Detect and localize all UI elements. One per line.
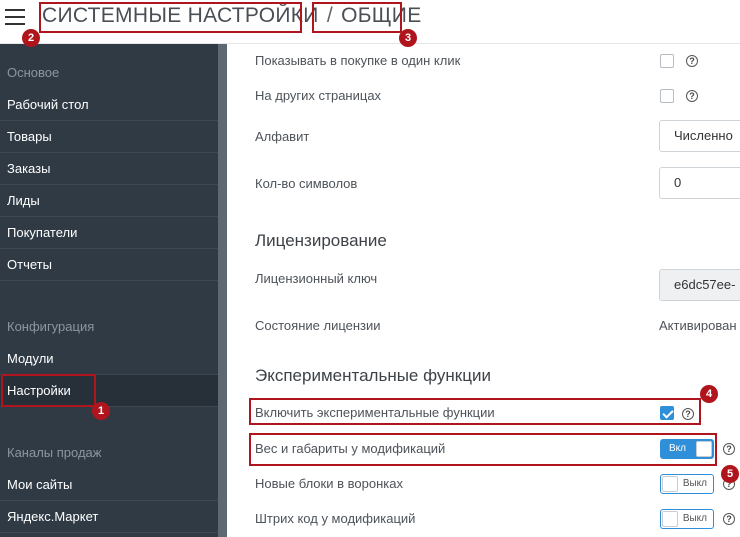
help-icon[interactable]: ? xyxy=(686,90,698,102)
sidebar-item-modules[interactable]: Модули xyxy=(0,343,218,375)
other-pages-checkbox[interactable] xyxy=(660,89,674,103)
sidebar-item-orders[interactable]: Заказы xyxy=(0,153,218,185)
highlight-box-weight-dims xyxy=(249,433,717,466)
licensing-heading: Лицензирование xyxy=(255,231,387,250)
annotation-badge-2: 2 xyxy=(22,29,40,47)
alphabet-label: Алфавит xyxy=(255,129,310,144)
license-key-label: Лицензионный ключ xyxy=(255,271,378,286)
chars-count-input[interactable]: 0 xyxy=(659,167,740,199)
funnel-blocks-label: Новые блоки в воронках xyxy=(255,476,403,491)
sidebar-scrollbar[interactable] xyxy=(218,44,227,537)
sidebar-item-yandex-market[interactable]: Яндекс.Маркет xyxy=(0,501,218,533)
sidebar-item-dashboard[interactable]: Рабочий стол xyxy=(0,89,218,121)
experimental-heading: Экспериментальные функции xyxy=(255,366,491,385)
highlight-box-title xyxy=(39,2,302,33)
annotation-badge-3: 3 xyxy=(399,29,417,47)
hamburger-menu-icon[interactable] xyxy=(5,9,25,25)
annotation-badge-4: 4 xyxy=(700,385,718,403)
help-icon[interactable]: ? xyxy=(723,513,735,525)
toggle-knob xyxy=(662,476,678,492)
sidebar: Основое Рабочий стол Товары Заказы Лиды … xyxy=(0,44,227,537)
one-click-label: Показывать в покупке в один клик xyxy=(255,53,461,68)
annotation-badge-1: 1 xyxy=(92,402,110,420)
sidebar-section-main: Основое xyxy=(7,65,60,80)
sidebar-item-leads[interactable]: Лиды xyxy=(0,185,218,217)
sidebar-item-reports[interactable]: Отчеты xyxy=(0,249,218,281)
license-state-label: Состояние лицензии xyxy=(255,318,381,333)
alphabet-select[interactable]: Численно xyxy=(659,120,740,152)
toggle-knob xyxy=(662,511,678,527)
one-click-checkbox[interactable] xyxy=(660,54,674,68)
highlight-box-settings xyxy=(1,374,96,407)
highlight-box-exp-enable xyxy=(249,398,701,425)
barcode-toggle[interactable]: Выкл xyxy=(660,509,714,529)
sidebar-item-customers[interactable]: Покупатели xyxy=(0,217,218,249)
license-key-field[interactable]: e6dc57ee- xyxy=(659,269,740,301)
help-icon[interactable]: ? xyxy=(686,55,698,67)
chars-count-label: Кол-во символов xyxy=(255,176,358,191)
other-pages-label: На других страницах xyxy=(255,88,382,103)
funnel-blocks-toggle[interactable]: Выкл xyxy=(660,474,714,494)
toggle-state-label: Выкл xyxy=(682,478,707,489)
help-icon[interactable]: ? xyxy=(723,443,735,455)
sidebar-item-products[interactable]: Товары xyxy=(0,121,218,153)
license-state-value: Активирован xyxy=(659,318,737,333)
toggle-state-label: Выкл xyxy=(682,513,707,524)
sidebar-section-config: Конфигурация xyxy=(7,319,95,334)
highlight-box-general xyxy=(312,2,402,33)
sidebar-section-channels: Каналы продаж xyxy=(7,445,102,460)
barcode-label: Штрих код у модификаций xyxy=(255,511,416,526)
sidebar-item-my-sites[interactable]: Мои сайты xyxy=(0,469,218,501)
annotation-badge-5: 5 xyxy=(721,465,739,483)
